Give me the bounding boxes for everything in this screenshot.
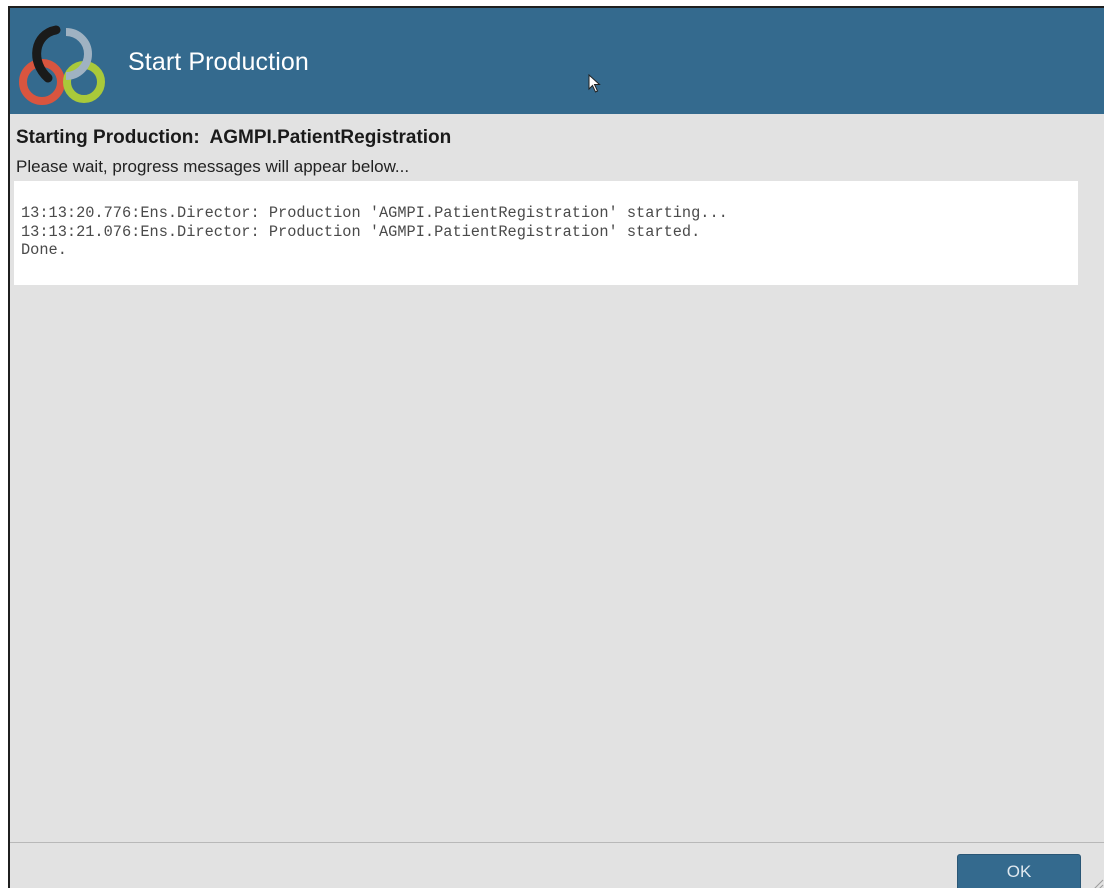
log-line: 13:13:20.776:Ens.Director: Production 'A… [21, 204, 728, 222]
ok-button[interactable]: OK [957, 854, 1081, 888]
log-line: 13:13:21.076:Ens.Director: Production 'A… [21, 222, 701, 241]
mouse-pointer-icon [588, 74, 601, 93]
progress-instruction: Please wait, progress messages will appe… [16, 157, 410, 176]
dialog-title: Start Production [128, 48, 309, 76]
dialog-header: Start Production [10, 8, 1104, 114]
resize-grip-icon[interactable] [1090, 877, 1104, 888]
dialog-footer: OK [10, 842, 1104, 888]
log-line: Done. [21, 241, 67, 259]
start-production-dialog: Start Production Starting Production: AG… [8, 6, 1104, 888]
intersystems-rings-logo [19, 25, 105, 105]
production-heading: Starting Production: AGMPI.PatientRegist… [16, 127, 452, 148]
progress-log: 13:13:20.776:Ens.Director: Production 'A… [14, 181, 1078, 285]
